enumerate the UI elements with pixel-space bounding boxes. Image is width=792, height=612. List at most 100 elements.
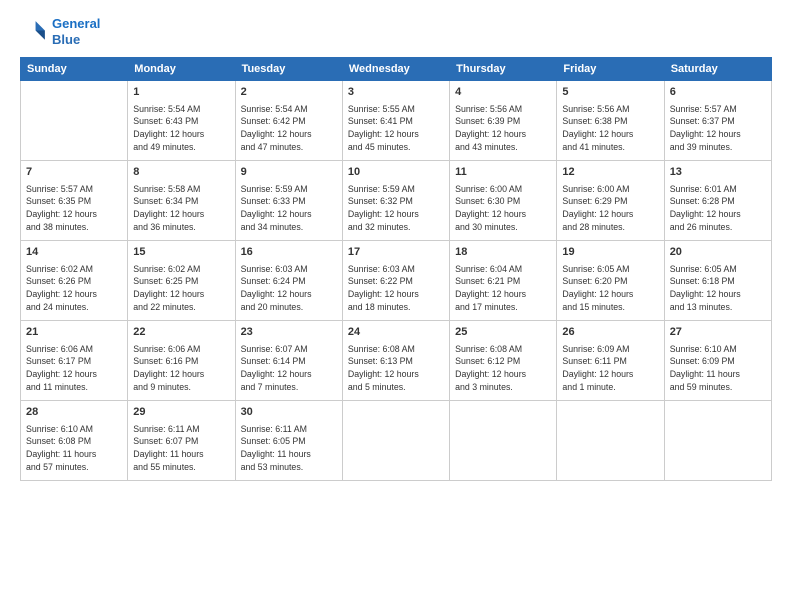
day-info: Sunrise: 6:02 AM Sunset: 6:26 PM Dayligh…	[26, 263, 122, 314]
calendar-cell: 8 Sunrise: 5:58 AM Sunset: 6:34 PM Daylig…	[128, 161, 235, 241]
day-number: 17	[348, 245, 444, 260]
day-number: 6	[670, 85, 766, 100]
calendar-cell: 29 Sunrise: 6:11 AM Sunset: 6:07 PM Dayli…	[128, 401, 235, 481]
calendar-cell: 26 Sunrise: 6:09 AM Sunset: 6:11 PM Dayli…	[557, 321, 664, 401]
day-number: 30	[241, 405, 337, 420]
calendar-week-4: 21 Sunrise: 6:06 AM Sunset: 6:17 PM Dayli…	[21, 321, 772, 401]
day-info: Sunrise: 5:58 AM Sunset: 6:34 PM Dayligh…	[133, 183, 229, 234]
calendar-cell: 10Sunrise: 5:59 AM Sunset: 6:32 PM Dayli…	[342, 161, 449, 241]
calendar-cell: 13 Sunrise: 6:01 AM Sunset: 6:28 PM Dayli…	[664, 161, 771, 241]
weekday-header-thursday: Thursday	[450, 58, 557, 81]
calendar-cell: 4 Sunrise: 5:56 AM Sunset: 6:39 PM Daylig…	[450, 81, 557, 161]
day-info: Sunrise: 6:10 AM Sunset: 6:09 PM Dayligh…	[670, 343, 766, 394]
page-header: General Blue	[20, 16, 772, 47]
calendar-cell	[450, 401, 557, 481]
day-info: Sunrise: 6:02 AM Sunset: 6:25 PM Dayligh…	[133, 263, 229, 314]
calendar-week-2: 7 Sunrise: 5:57 AM Sunset: 6:35 PM Daylig…	[21, 161, 772, 241]
day-number: 27	[670, 325, 766, 340]
day-info: Sunrise: 6:10 AM Sunset: 6:08 PM Dayligh…	[26, 423, 122, 474]
day-number: 11	[455, 165, 551, 180]
calendar-cell: 21 Sunrise: 6:06 AM Sunset: 6:17 PM Dayli…	[21, 321, 128, 401]
day-number: 4	[455, 85, 551, 100]
day-info: Sunrise: 6:08 AM Sunset: 6:12 PM Dayligh…	[455, 343, 551, 394]
calendar-week-3: 14Sunrise: 6:02 AM Sunset: 6:26 PM Dayli…	[21, 241, 772, 321]
calendar-cell	[342, 401, 449, 481]
calendar-cell: 19 Sunrise: 6:05 AM Sunset: 6:20 PM Dayli…	[557, 241, 664, 321]
day-number: 13	[670, 165, 766, 180]
day-number: 1	[133, 85, 229, 100]
day-info: Sunrise: 5:56 AM Sunset: 6:38 PM Dayligh…	[562, 103, 658, 154]
weekday-header-monday: Monday	[128, 58, 235, 81]
calendar-cell: 18 Sunrise: 6:04 AM Sunset: 6:21 PM Dayli…	[450, 241, 557, 321]
calendar-cell: 25Sunrise: 6:08 AM Sunset: 6:12 PM Dayli…	[450, 321, 557, 401]
calendar-cell: 22Sunrise: 6:06 AM Sunset: 6:16 PM Dayli…	[128, 321, 235, 401]
day-number: 20	[670, 245, 766, 260]
calendar-cell: 11 Sunrise: 6:00 AM Sunset: 6:30 PM Dayli…	[450, 161, 557, 241]
weekday-header-saturday: Saturday	[664, 58, 771, 81]
calendar-cell	[557, 401, 664, 481]
calendar-cell: 6 Sunrise: 5:57 AM Sunset: 6:37 PM Daylig…	[664, 81, 771, 161]
logo-text: General Blue	[52, 16, 100, 47]
day-number: 5	[562, 85, 658, 100]
calendar-cell	[664, 401, 771, 481]
day-number: 9	[241, 165, 337, 180]
day-info: Sunrise: 6:08 AM Sunset: 6:13 PM Dayligh…	[348, 343, 444, 394]
calendar-cell: 23 Sunrise: 6:07 AM Sunset: 6:14 PM Dayli…	[235, 321, 342, 401]
day-info: Sunrise: 6:04 AM Sunset: 6:21 PM Dayligh…	[455, 263, 551, 314]
day-info: Sunrise: 5:59 AM Sunset: 6:32 PM Dayligh…	[348, 183, 444, 234]
calendar-cell: 1Sunrise: 5:54 AM Sunset: 6:43 PM Daylig…	[128, 81, 235, 161]
calendar-cell: 20 Sunrise: 6:05 AM Sunset: 6:18 PM Dayli…	[664, 241, 771, 321]
calendar-week-1: 1Sunrise: 5:54 AM Sunset: 6:43 PM Daylig…	[21, 81, 772, 161]
day-info: Sunrise: 6:00 AM Sunset: 6:30 PM Dayligh…	[455, 183, 551, 234]
day-number: 15	[133, 245, 229, 260]
calendar-cell: 15 Sunrise: 6:02 AM Sunset: 6:25 PM Dayli…	[128, 241, 235, 321]
day-info: Sunrise: 5:59 AM Sunset: 6:33 PM Dayligh…	[241, 183, 337, 234]
day-info: Sunrise: 5:57 AM Sunset: 6:37 PM Dayligh…	[670, 103, 766, 154]
calendar-cell: 30 Sunrise: 6:11 AM Sunset: 6:05 PM Dayli…	[235, 401, 342, 481]
weekday-header-tuesday: Tuesday	[235, 58, 342, 81]
day-number: 7	[26, 165, 122, 180]
day-info: Sunrise: 6:06 AM Sunset: 6:17 PM Dayligh…	[26, 343, 122, 394]
day-number: 2	[241, 85, 337, 100]
logo: General Blue	[20, 16, 100, 47]
calendar-cell: 14Sunrise: 6:02 AM Sunset: 6:26 PM Dayli…	[21, 241, 128, 321]
calendar-cell: 2Sunrise: 5:54 AM Sunset: 6:42 PM Daylig…	[235, 81, 342, 161]
day-info: Sunrise: 6:06 AM Sunset: 6:16 PM Dayligh…	[133, 343, 229, 394]
calendar-cell: 12 Sunrise: 6:00 AM Sunset: 6:29 PM Dayli…	[557, 161, 664, 241]
day-number: 24	[348, 325, 444, 340]
calendar-cell: 5 Sunrise: 5:56 AM Sunset: 6:38 PM Daylig…	[557, 81, 664, 161]
day-number: 28	[26, 405, 122, 420]
day-number: 12	[562, 165, 658, 180]
day-number: 19	[562, 245, 658, 260]
day-number: 23	[241, 325, 337, 340]
day-number: 21	[26, 325, 122, 340]
calendar-cell: 7 Sunrise: 5:57 AM Sunset: 6:35 PM Daylig…	[21, 161, 128, 241]
calendar-table: SundayMondayTuesdayWednesdayThursdayFrid…	[20, 57, 772, 481]
day-info: Sunrise: 6:05 AM Sunset: 6:18 PM Dayligh…	[670, 263, 766, 314]
day-info: Sunrise: 6:01 AM Sunset: 6:28 PM Dayligh…	[670, 183, 766, 234]
day-number: 26	[562, 325, 658, 340]
day-number: 18	[455, 245, 551, 260]
day-number: 29	[133, 405, 229, 420]
day-info: Sunrise: 5:56 AM Sunset: 6:39 PM Dayligh…	[455, 103, 551, 154]
day-number: 16	[241, 245, 337, 260]
calendar-cell	[21, 81, 128, 161]
day-info: Sunrise: 6:00 AM Sunset: 6:29 PM Dayligh…	[562, 183, 658, 234]
calendar-cell: 3Sunrise: 5:55 AM Sunset: 6:41 PM Daylig…	[342, 81, 449, 161]
day-info: Sunrise: 6:03 AM Sunset: 6:22 PM Dayligh…	[348, 263, 444, 314]
calendar-cell: 16 Sunrise: 6:03 AM Sunset: 6:24 PM Dayli…	[235, 241, 342, 321]
day-info: Sunrise: 6:03 AM Sunset: 6:24 PM Dayligh…	[241, 263, 337, 314]
day-info: Sunrise: 6:11 AM Sunset: 6:07 PM Dayligh…	[133, 423, 229, 474]
calendar-cell: 9 Sunrise: 5:59 AM Sunset: 6:33 PM Daylig…	[235, 161, 342, 241]
day-info: Sunrise: 6:07 AM Sunset: 6:14 PM Dayligh…	[241, 343, 337, 394]
day-info: Sunrise: 6:09 AM Sunset: 6:11 PM Dayligh…	[562, 343, 658, 394]
weekday-header-wednesday: Wednesday	[342, 58, 449, 81]
weekday-header-sunday: Sunday	[21, 58, 128, 81]
calendar-cell: 28 Sunrise: 6:10 AM Sunset: 6:08 PM Dayli…	[21, 401, 128, 481]
day-info: Sunrise: 5:57 AM Sunset: 6:35 PM Dayligh…	[26, 183, 122, 234]
day-info: Sunrise: 6:11 AM Sunset: 6:05 PM Dayligh…	[241, 423, 337, 474]
calendar-header-row: SundayMondayTuesdayWednesdayThursdayFrid…	[21, 58, 772, 81]
day-info: Sunrise: 6:05 AM Sunset: 6:20 PM Dayligh…	[562, 263, 658, 314]
day-number: 8	[133, 165, 229, 180]
calendar-cell: 24 Sunrise: 6:08 AM Sunset: 6:13 PM Dayli…	[342, 321, 449, 401]
